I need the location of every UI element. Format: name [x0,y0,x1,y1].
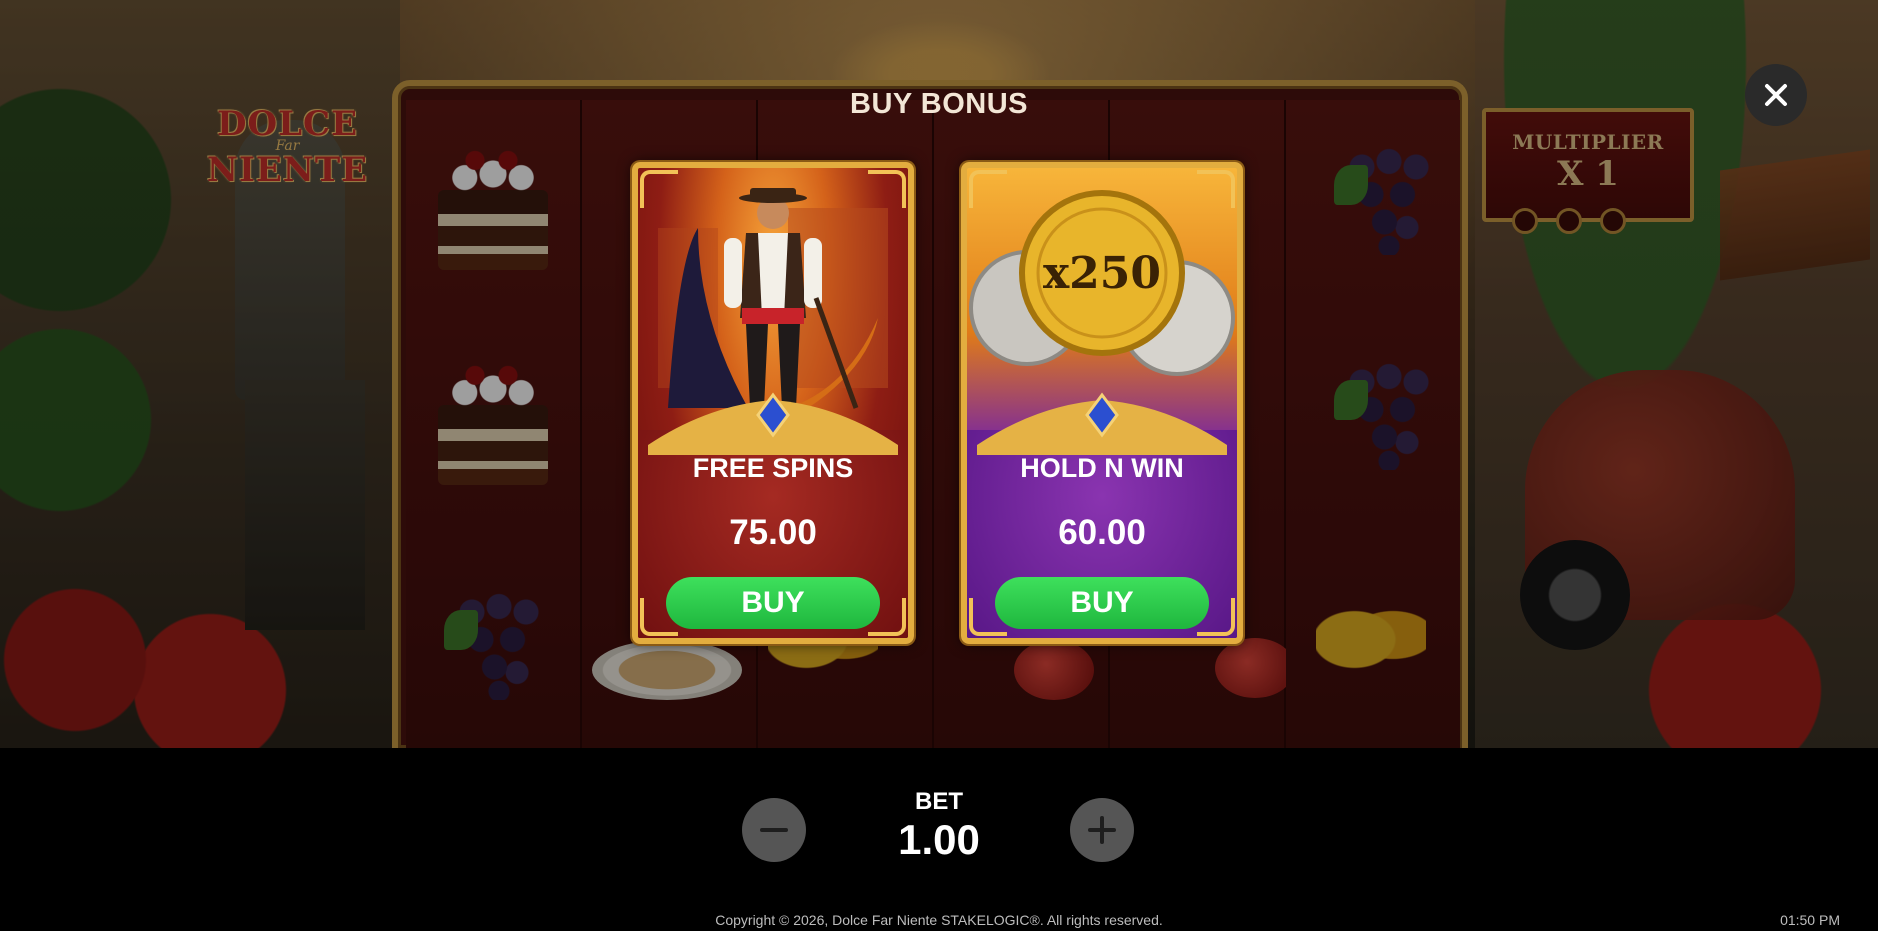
clock-time: 01:50 PM [1780,912,1840,928]
game-stage: DOLCE Far NIENTE MULTIPLIER X 1 BUY BONU… [0,0,1878,748]
gold-ornament [977,392,1227,455]
hold-n-win-price: 60.00 [1058,513,1146,552]
card-corner [1197,170,1235,208]
hold-n-win-card[interactable]: x250 HOLD N WIN 60.00 BUY [961,162,1243,644]
copyright-text: Copyright © 2026, Dolce Far Niente STAKE… [715,912,1163,928]
free-spins-price: 75.00 [729,513,817,552]
hold-n-win-buy-button[interactable]: BUY [995,577,1209,629]
buy-bonus-title: BUY BONUS [850,88,1028,120]
gold-ornament [648,392,898,455]
free-spins-card[interactable]: FREE SPINS 75.00 BUY [632,162,914,644]
plus-icon [1088,816,1116,844]
bet-value: 1.00 [898,816,980,863]
bet-label: BET [915,788,963,815]
increase-bet-button[interactable] [1070,798,1134,862]
card-corner [640,170,678,208]
card-corner [969,170,1007,208]
close-icon [1765,84,1787,106]
hold-n-win-label: HOLD N WIN [1020,453,1184,483]
close-button[interactable] [1745,64,1807,126]
free-spins-label: FREE SPINS [692,453,854,483]
coin-multiplier-text: x250 [1043,248,1161,299]
free-spins-buy-button[interactable]: BUY [666,577,880,629]
card-corner [868,170,906,208]
